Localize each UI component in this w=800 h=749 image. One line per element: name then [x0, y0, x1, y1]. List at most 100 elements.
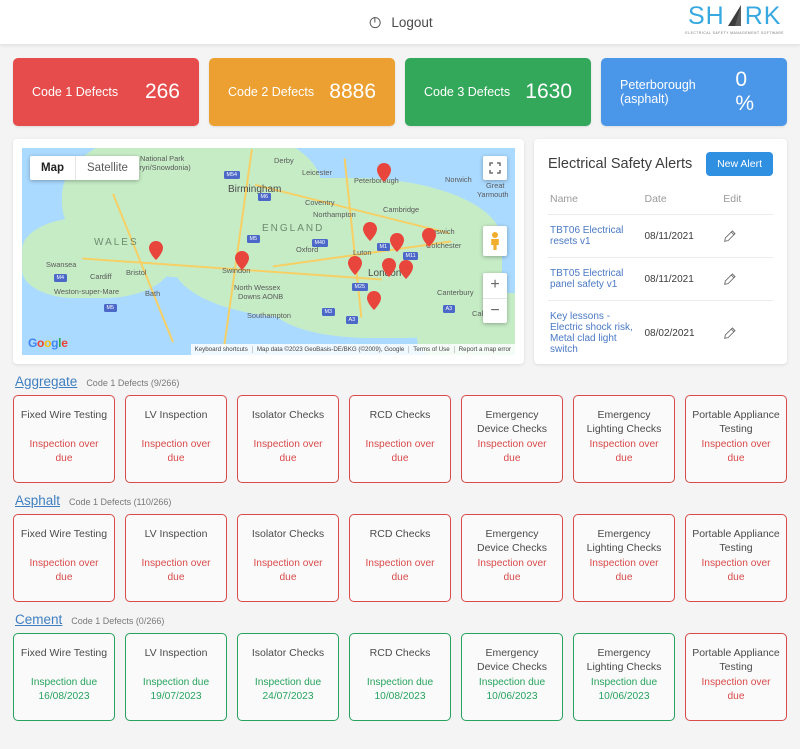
map-city-label: Cardiff: [90, 272, 112, 281]
stat-card-site-progress[interactable]: Peterborough (asphalt) 0 %: [601, 58, 787, 126]
map-city-label: Coventry: [305, 198, 335, 207]
inspection-card-status: Inspection over due: [20, 438, 108, 482]
google-map[interactable]: Map Satellite + − Google: [22, 148, 515, 355]
street-view-button[interactable]: [483, 226, 507, 256]
alert-name-link[interactable]: TBT05 Electrical panel safety v1: [550, 268, 623, 290]
map-pin-marker[interactable]: [390, 233, 404, 252]
inspection-card[interactable]: Isolator Checks Inspection due 24/07/2023: [237, 633, 339, 721]
inspection-card[interactable]: RCD ChecksInspection over due: [349, 514, 451, 602]
map-city-label: Downs AONB: [238, 292, 283, 301]
stat-card-code2[interactable]: Code 2 Defects 8886: [209, 58, 395, 126]
map-city-label: Canterbury: [437, 288, 474, 297]
map-pin-marker[interactable]: [348, 256, 362, 275]
pencil-icon[interactable]: [723, 327, 736, 340]
inspection-card[interactable]: RCD ChecksInspection due 10/08/2023: [349, 633, 451, 721]
alerts-scroll-area[interactable]: Name Date Edit TBT06 Electrical resets v…: [548, 187, 773, 364]
map-type-satellite[interactable]: Satellite: [75, 156, 139, 180]
map-type-map[interactable]: Map: [30, 156, 75, 180]
inspection-card[interactable]: Emergency Lighting ChecksInspection over…: [573, 395, 675, 483]
inspection-card-status: Inspection due 24/07/2023: [244, 676, 332, 720]
map-pin-marker[interactable]: [367, 291, 381, 310]
section-link[interactable]: Cement: [15, 612, 62, 627]
zoom-controls[interactable]: + −: [483, 273, 507, 323]
inspection-card-status: Inspection due 10/06/2023: [580, 676, 668, 720]
column-header-date: Date: [643, 187, 722, 215]
keyboard-shortcuts-link[interactable]: Keyboard shortcuts: [191, 346, 252, 353]
pencil-icon[interactable]: [723, 273, 736, 286]
inspection-card-title: Isolator Checks: [252, 646, 324, 660]
map-pin-marker[interactable]: [382, 258, 396, 277]
stat-cards: Code 1 Defects 266 Code 2 Defects 8886 C…: [0, 45, 800, 126]
map-pin-marker[interactable]: [363, 222, 377, 241]
inspection-card[interactable]: Portable Appliance TestingInspection ove…: [685, 514, 787, 602]
zoom-out-button[interactable]: −: [483, 299, 507, 324]
fullscreen-button[interactable]: [483, 156, 507, 180]
map-pin-marker[interactable]: [235, 251, 249, 270]
report-map-error-link[interactable]: Report a map error: [454, 346, 515, 353]
inspection-card[interactable]: Portable Appliance TestingInspection ove…: [685, 395, 787, 483]
map-city-label: Southampton: [247, 311, 291, 320]
inspection-card[interactable]: Fixed Wire TestingInspection due 16/08/2…: [13, 633, 115, 721]
map-pin-marker[interactable]: [377, 163, 391, 182]
map-pin-marker[interactable]: [422, 228, 436, 247]
inspection-card-status: Inspection due 10/08/2023: [356, 676, 444, 720]
map-pin-marker[interactable]: [149, 241, 163, 260]
map-city-label: Bristol: [126, 268, 147, 277]
alert-name-link[interactable]: Key lessons - Electric shock risk, Metal…: [550, 311, 633, 355]
map-road-badge: M54: [224, 171, 240, 179]
inspection-card-title: LV Inspection: [145, 527, 208, 541]
logout-button[interactable]: Logout: [367, 15, 432, 30]
stat-value: 266: [145, 80, 180, 104]
inspection-card[interactable]: Fixed Wire TestingInspection over due: [13, 514, 115, 602]
pencil-icon[interactable]: [723, 230, 736, 243]
stat-value: 1630: [525, 80, 572, 104]
map-city-label: Leicester: [302, 168, 332, 177]
alert-edit-cell: [721, 258, 773, 301]
map-road-badge: M25: [352, 283, 368, 291]
inspection-card[interactable]: Isolator ChecksInspection over due: [237, 514, 339, 602]
inspection-card-title: Emergency Device Checks: [468, 646, 556, 674]
inspection-card-status: Inspection over due: [692, 557, 780, 601]
inspection-card-title: Portable Appliance Testing: [692, 408, 780, 436]
zoom-in-button[interactable]: +: [483, 273, 507, 299]
stat-card-code3[interactable]: Code 3 Defects 1630: [405, 58, 591, 126]
inspection-card[interactable]: Fixed Wire Testing Inspection over due: [13, 395, 115, 483]
section-meta: Code 1 Defects (0/266): [71, 616, 164, 626]
inspection-card[interactable]: LV Inspection Inspection over due: [125, 514, 227, 602]
inspection-card[interactable]: Isolator ChecksInspection over due: [237, 395, 339, 483]
inspection-card[interactable]: Emergency Device ChecksInspection due 10…: [461, 633, 563, 721]
inspection-card[interactable]: Emergency Lighting ChecksInspection over…: [573, 514, 675, 602]
map-data-label: Map data ©2023 GeoBasis-DE/BKG (©2009), …: [252, 346, 408, 353]
shark-logo: SH RK ELECTRICAL SAFETY MANAGEMENT SOFTW…: [685, 4, 784, 35]
alert-name-link[interactable]: TBT06 Electrical resets v1: [550, 225, 623, 247]
fullscreen-icon: [489, 162, 501, 174]
alert-date-cell: 08/02/2021: [643, 301, 722, 365]
map-city-label: Northampton: [313, 210, 356, 219]
inspection-card[interactable]: LV InspectionInspection over due: [125, 395, 227, 483]
section-link[interactable]: Aggregate: [15, 374, 77, 389]
map-pin-marker[interactable]: [399, 260, 413, 279]
map-road-badge: A3: [346, 316, 358, 324]
stat-card-code1[interactable]: Code 1 Defects 266: [13, 58, 199, 126]
inspection-card[interactable]: Emergency Device ChecksInspection over d…: [461, 514, 563, 602]
table-row: Key lessons - Electric shock risk, Metal…: [548, 301, 773, 365]
inspection-card[interactable]: Emergency Device ChecksInspection over d…: [461, 395, 563, 483]
inspection-card[interactable]: LV InspectionInspection due 19/07/2023: [125, 633, 227, 721]
inspection-card-title: Fixed Wire Testing: [21, 408, 107, 422]
app-header: Logout SH RK ELECTRICAL SAFETY MANAGEMEN…: [0, 0, 800, 45]
inspection-card-title: Fixed Wire Testing: [21, 527, 107, 541]
inspection-card[interactable]: Portable Appliance TestingInspection ove…: [685, 633, 787, 721]
alert-date-cell: 08/11/2021: [643, 258, 722, 301]
terms-of-use-link[interactable]: Terms of Use: [408, 346, 453, 353]
map-road-badge: M1: [377, 243, 390, 251]
inspection-card-title: Fixed Wire Testing: [21, 646, 107, 660]
new-alert-button[interactable]: New Alert: [706, 152, 773, 176]
inspection-card-status: Inspection over due: [132, 557, 220, 601]
inspection-card[interactable]: RCD ChecksInspection over due: [349, 395, 451, 483]
map-road-badge: M4: [54, 274, 67, 282]
inspection-card-status: Inspection due 10/06/2023: [468, 676, 556, 720]
inspection-sections: AggregateCode 1 Defects (9/266)Fixed Wir…: [0, 364, 800, 721]
section-link[interactable]: Asphalt: [15, 493, 60, 508]
map-type-toggle[interactable]: Map Satellite: [30, 156, 139, 180]
inspection-card[interactable]: Emergency Lighting ChecksInspection due …: [573, 633, 675, 721]
